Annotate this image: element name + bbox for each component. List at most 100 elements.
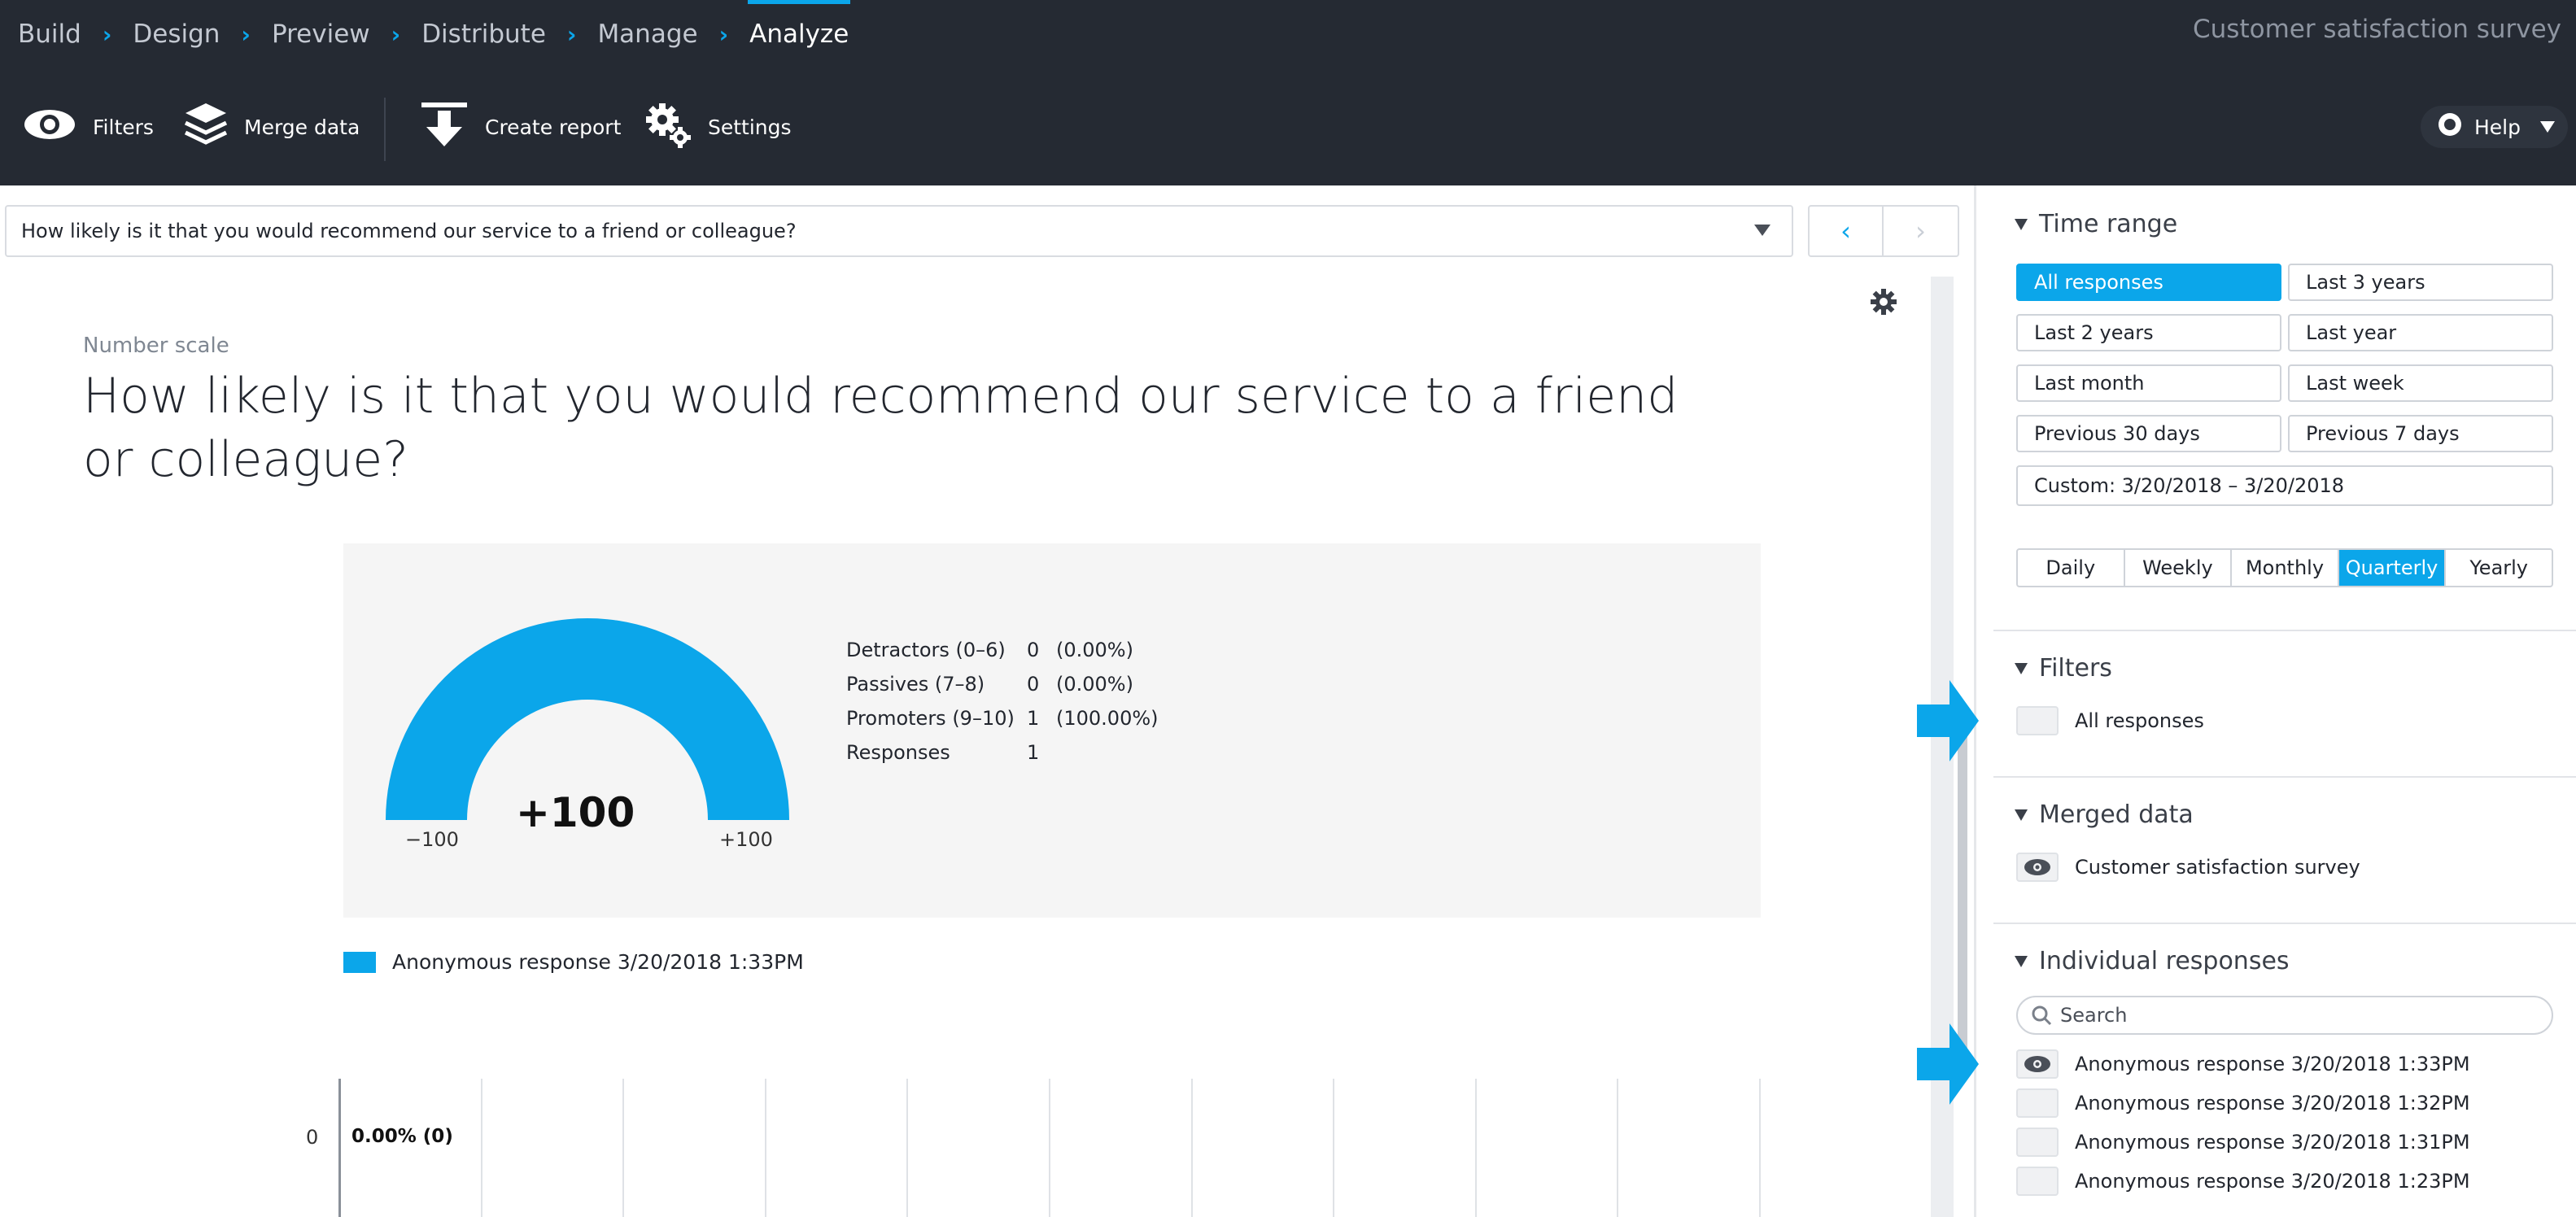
crumb-preview[interactable]: Preview	[272, 0, 370, 68]
gear-icon[interactable]	[1870, 288, 1897, 319]
question-select-value: How likely is it that you would recommen…	[21, 220, 797, 242]
question-type: Number scale	[83, 334, 229, 358]
stat-count: 1	[1027, 741, 1040, 764]
legend-swatch	[343, 951, 376, 973]
chevron-right-icon: ›	[241, 20, 251, 48]
time-last-3-years[interactable]: Last 3 years	[2288, 264, 2553, 301]
lifebuoy-icon	[2437, 111, 2463, 142]
merged-survey-item[interactable]: Customer satisfaction survey	[2016, 853, 2360, 882]
time-range-header[interactable]: Time range	[2015, 210, 2177, 238]
visibility-toggle[interactable]	[2016, 853, 2059, 882]
callout-arrow-icon	[1917, 680, 1979, 761]
stat-count: 0	[1027, 673, 1040, 696]
filter-all-responses[interactable]: All responses	[2016, 706, 2204, 735]
time-previous-30-days[interactable]: Previous 30 days	[2016, 415, 2281, 452]
search-icon	[2032, 1005, 2052, 1026]
individual-responses-header[interactable]: Individual responses	[2015, 947, 2290, 975]
stat-count: 1	[1027, 707, 1040, 730]
grid-line	[1049, 1079, 1050, 1217]
top-nav: Build › Design › Preview › Distribute › …	[0, 0, 2576, 68]
caret-down-icon	[2540, 121, 2555, 133]
grid-line	[1191, 1079, 1193, 1217]
merge-data-button[interactable]: Merge data	[184, 101, 360, 153]
period-quarterly[interactable]: Quarterly	[2338, 550, 2447, 586]
create-report-label: Create report	[485, 115, 622, 139]
stat-pct: (0.00%)	[1056, 639, 1133, 661]
toolbar-divider	[384, 98, 386, 161]
time-custom-range[interactable]: Custom: 3/20/2018 – 3/20/2018	[2016, 465, 2553, 506]
grid-line	[1333, 1079, 1334, 1217]
next-question-button[interactable]: ›	[1884, 207, 1958, 255]
visibility-toggle[interactable]	[2016, 1128, 2059, 1157]
stat-pct: (100.00%)	[1056, 707, 1159, 730]
help-button[interactable]: Help	[2421, 106, 2568, 148]
gears-icon	[644, 100, 692, 154]
crumb-analyze[interactable]: Analyze	[748, 0, 851, 68]
triangle-down-icon	[2015, 662, 2028, 674]
filters-title: Filters	[2039, 654, 2112, 683]
merged-data-title: Merged data	[2039, 800, 2194, 829]
time-last-month[interactable]: Last month	[2016, 364, 2281, 402]
triangle-down-icon	[2015, 955, 2028, 967]
period-weekly[interactable]: Weekly	[2125, 550, 2233, 586]
scrollbar-thumb[interactable]	[1958, 732, 1967, 1058]
merged-data-header[interactable]: Merged data	[2015, 800, 2194, 829]
time-last-2-years[interactable]: Last 2 years	[2016, 314, 2281, 351]
crumb-build[interactable]: Build	[18, 0, 81, 68]
period-monthly[interactable]: Monthly	[2232, 550, 2339, 586]
merge-data-label: Merge data	[244, 115, 360, 139]
crumb-manage[interactable]: Manage	[597, 0, 697, 68]
section-divider	[1993, 630, 2576, 631]
response-label: Anonymous response 3/20/2018 1:23PM	[2075, 1170, 2470, 1193]
time-last-year[interactable]: Last year	[2288, 314, 2553, 351]
eye-icon	[23, 107, 76, 146]
period-daily[interactable]: Daily	[2018, 550, 2125, 586]
visibility-toggle[interactable]	[2016, 1049, 2059, 1079]
stat-row-passives: Passives (7–8) 0 (0.00%)	[846, 667, 1159, 701]
response-label: Anonymous response 3/20/2018 1:33PM	[2075, 1053, 2470, 1075]
search-input[interactable]	[2060, 1004, 2532, 1027]
filters-button[interactable]: Filters	[23, 101, 154, 153]
individual-responses-title: Individual responses	[2039, 947, 2290, 975]
stat-row-detractors: Detractors (0–6) 0 (0.00%)	[846, 633, 1159, 667]
nps-panel: +100 −100 +100 Detractors (0–6) 0 (0.00%…	[343, 543, 1761, 918]
grid-line	[906, 1079, 908, 1217]
stat-label: Promoters (9–10)	[846, 707, 1015, 730]
download-icon	[420, 101, 469, 153]
response-item[interactable]: Anonymous response 3/20/2018 1:33PM	[2016, 1049, 2470, 1079]
previous-question-button[interactable]: ‹	[1810, 207, 1884, 255]
legend-label: Anonymous response 3/20/2018 1:33PM	[392, 950, 804, 974]
period-yearly[interactable]: Yearly	[2446, 550, 2552, 586]
survey-title: Customer satisfaction survey	[2193, 15, 2561, 44]
chart-legend: Anonymous response 3/20/2018 1:33PM	[343, 950, 804, 974]
nps-stats: Detractors (0–6) 0 (0.00%) Passives (7–8…	[846, 633, 1159, 770]
merged-survey-label: Customer satisfaction survey	[2075, 856, 2360, 879]
grid-line	[481, 1079, 482, 1217]
response-item[interactable]: Anonymous response 3/20/2018 1:32PM	[2016, 1088, 2470, 1118]
time-all-responses[interactable]: All responses	[2016, 264, 2281, 301]
stat-row-promoters: Promoters (9–10) 1 (100.00%)	[846, 701, 1159, 735]
crumb-design[interactable]: Design	[133, 0, 220, 68]
filters-header[interactable]: Filters	[2015, 654, 2112, 683]
stat-label: Passives (7–8)	[846, 673, 985, 696]
gauge-min-label: −100	[405, 828, 459, 851]
response-item[interactable]: Anonymous response 3/20/2018 1:31PM	[2016, 1128, 2470, 1157]
question-title: How likely is it that you would recommen…	[83, 368, 1679, 488]
create-report-button[interactable]: Create report	[420, 101, 621, 153]
response-item[interactable]: Anonymous response 3/20/2018 1:23PM	[2016, 1167, 2470, 1196]
question-nav: ‹ ›	[1808, 205, 1959, 257]
filter-toggle[interactable]	[2016, 706, 2059, 735]
crumb-distribute[interactable]: Distribute	[421, 0, 546, 68]
visibility-toggle[interactable]	[2016, 1167, 2059, 1196]
settings-button[interactable]: Settings	[644, 101, 792, 153]
chevron-right-icon: ›	[566, 20, 577, 48]
section-divider	[1993, 923, 2576, 924]
question-select[interactable]: How likely is it that you would recommen…	[5, 205, 1793, 257]
grid-axis	[338, 1079, 341, 1217]
time-last-week[interactable]: Last week	[2288, 364, 2553, 402]
time-previous-7-days[interactable]: Previous 7 days	[2288, 415, 2553, 452]
visibility-toggle[interactable]	[2016, 1088, 2059, 1118]
section-divider	[1993, 776, 2576, 778]
stat-count: 0	[1027, 639, 1040, 661]
grid-row-label: 0	[306, 1126, 319, 1149]
